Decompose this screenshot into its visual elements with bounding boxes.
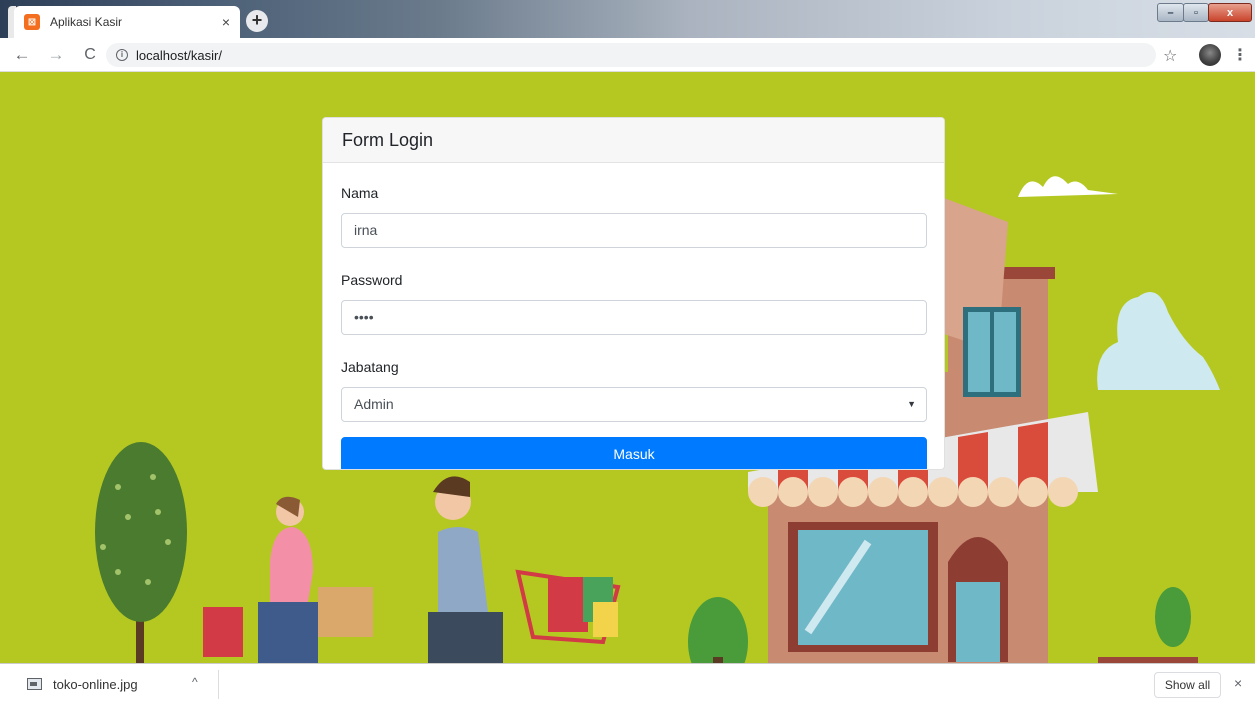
man-shopper <box>428 476 621 663</box>
xampp-icon: ⊠ <box>24 14 40 30</box>
arrow-left-icon[interactable]: ← <box>12 45 32 65</box>
masuk-button[interactable]: Masuk <box>341 437 927 469</box>
password-input[interactable]: •••• <box>341 300 927 335</box>
browser-tab-bar: ⊠ Aplikasi Kasir × + – ▫ x <box>0 0 1255 38</box>
kebab-menu-icon[interactable]: ⋮ <box>1232 45 1248 65</box>
window-close-button[interactable]: x <box>1208 3 1252 22</box>
browser-toolbar: ← → C i localhost/kasir/ ☆ ⋮ <box>0 38 1255 72</box>
window-minimize-button[interactable]: – <box>1157 3 1184 22</box>
window-maximize-button[interactable]: ▫ <box>1183 3 1209 22</box>
star-icon[interactable]: ☆ <box>1163 46 1177 66</box>
jabatan-selected-value: Admin <box>354 396 394 412</box>
new-tab-button[interactable]: + <box>246 10 268 32</box>
close-icon[interactable]: × <box>1234 675 1242 691</box>
jabatan-select[interactable]: Admin ▼ <box>341 387 927 422</box>
address-bar[interactable]: i localhost/kasir/ <box>106 43 1156 67</box>
reload-icon[interactable]: C <box>80 46 100 64</box>
image-file-icon <box>27 678 42 690</box>
nama-label: Nama <box>341 185 379 201</box>
show-all-button[interactable]: Show all <box>1154 672 1221 698</box>
woman-shopper <box>203 496 373 663</box>
info-icon[interactable]: i <box>116 49 128 61</box>
profile-avatar[interactable] <box>1199 44 1221 66</box>
arrow-right-icon[interactable]: → <box>46 45 66 65</box>
login-card: Form Login Nama irna Password •••• Jabat… <box>322 117 945 470</box>
password-label: Password <box>341 272 403 288</box>
potted-plant-right <box>1098 587 1198 663</box>
tree-left <box>95 442 187 622</box>
tab-title: Aplikasi Kasir <box>50 15 123 29</box>
jabatan-label: Jabatang <box>341 359 399 375</box>
cloud-large <box>1097 292 1220 390</box>
login-title: Form Login <box>342 129 434 150</box>
login-card-header: Form Login <box>323 118 944 163</box>
url-text[interactable]: localhost/kasir/ <box>136 48 222 63</box>
download-file-name[interactable]: toko-online.jpg <box>53 677 138 692</box>
potted-plant-center <box>688 597 748 663</box>
browser-tab[interactable]: ⊠ Aplikasi Kasir × <box>14 6 240 38</box>
download-bar: toko-online.jpg ^ Show all × <box>0 663 1255 704</box>
chevron-up-icon[interactable]: ^ <box>192 675 198 689</box>
login-form: Nama irna Password •••• Jabatang Admin ▼… <box>323 185 944 469</box>
caret-down-icon: ▼ <box>907 399 916 409</box>
cloud-small <box>1018 176 1118 197</box>
tab-close-icon[interactable]: × <box>222 14 230 30</box>
nama-input[interactable]: irna <box>341 213 927 248</box>
download-separator <box>218 670 219 699</box>
